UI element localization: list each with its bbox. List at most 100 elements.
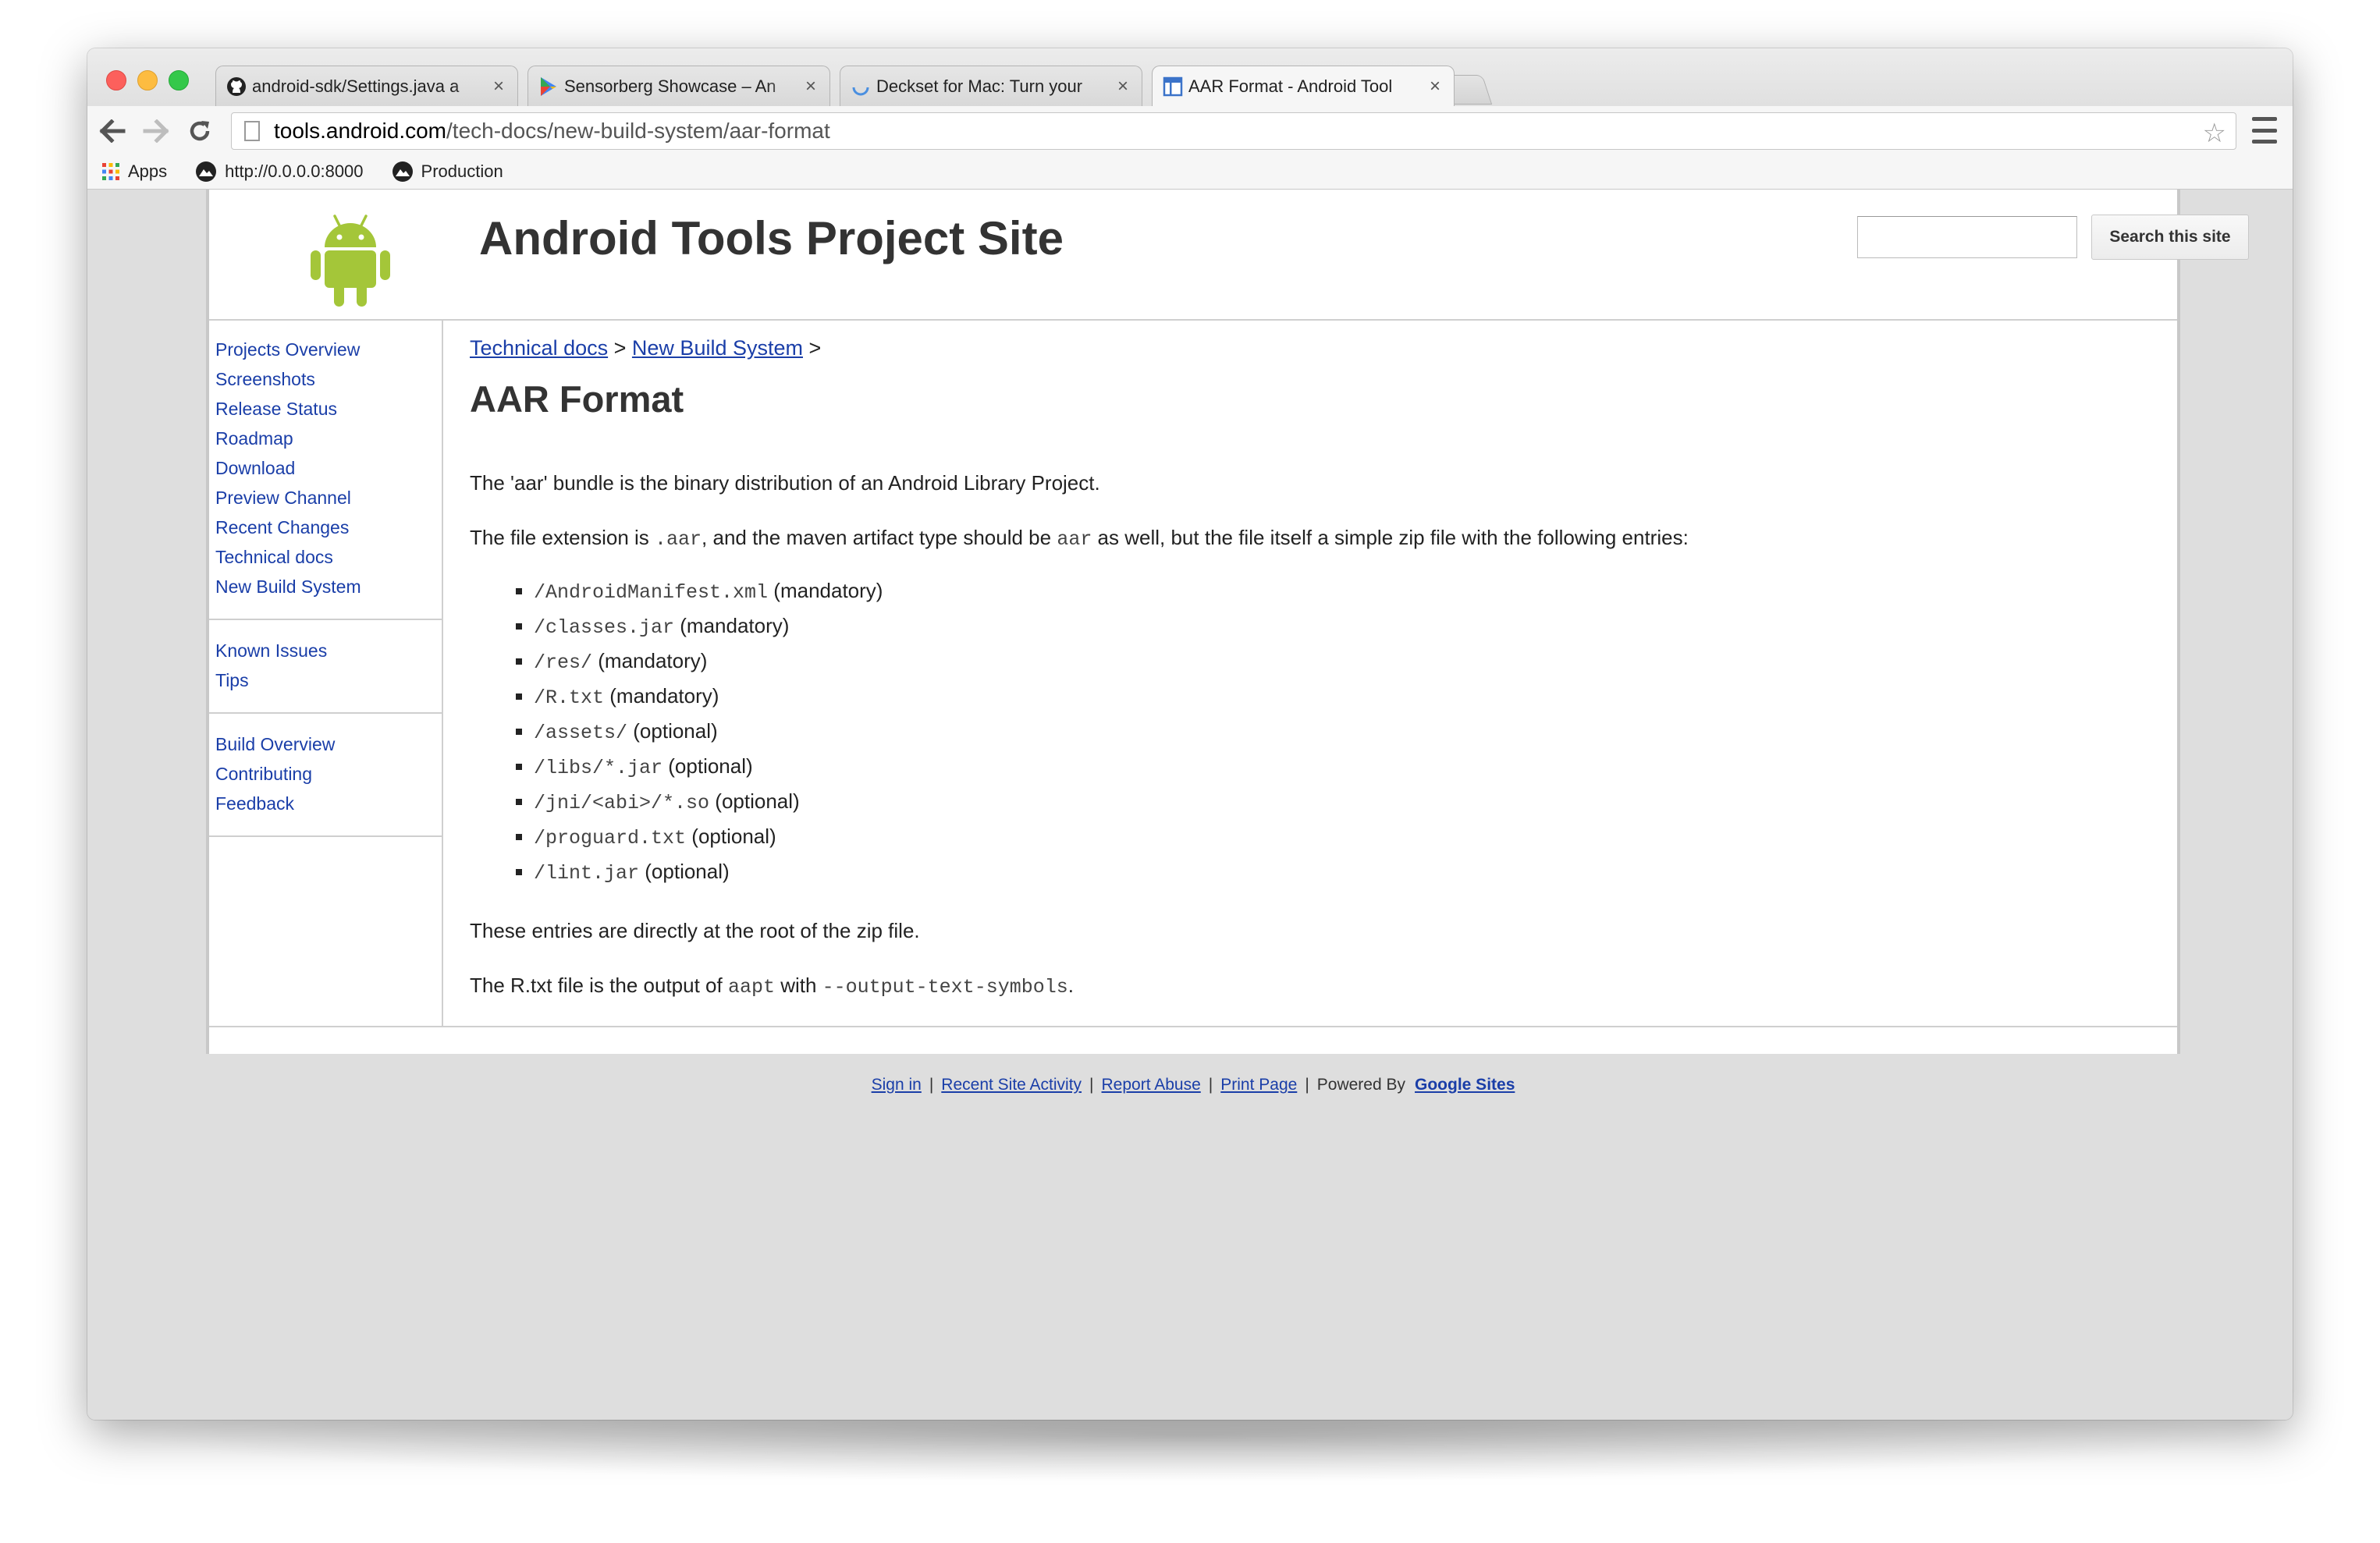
sidebar-item-tips[interactable]: Tips — [215, 665, 442, 695]
sidebar-item-download[interactable]: Download — [215, 453, 442, 483]
entry-note: (mandatory) — [680, 614, 790, 637]
sidebar-item-known-issues[interactable]: Known Issues — [215, 636, 442, 665]
back-arrow-icon[interactable] — [98, 117, 126, 145]
page-viewport: Android Tools Project Site Search this s… — [87, 190, 2293, 1420]
text-span: The file extension is — [470, 526, 655, 549]
breadcrumb-separator: > — [808, 336, 822, 360]
entry-path: /assets/ — [534, 722, 628, 744]
search-site-button[interactable]: Search this site — [2091, 215, 2249, 260]
recent-site-activity-link[interactable]: Recent Site Activity — [941, 1076, 1082, 1094]
list-item: /proguard.txt (optional) — [534, 820, 2147, 855]
entry-path: /R.txt — [534, 686, 605, 709]
tab-sensorberg[interactable]: Sensorberg Showcase – An × — [528, 66, 830, 106]
sidebar-item-recent-changes[interactable]: Recent Changes — [215, 513, 442, 542]
breadcrumb: Technical docs > New Build System > — [470, 336, 2147, 360]
intro-paragraph: The 'aar' bundle is the binary distribut… — [470, 469, 2147, 497]
android-logo-icon[interactable] — [309, 213, 392, 312]
bookmark-localhost[interactable]: http://0.0.0.0:8000 — [195, 161, 364, 183]
entry-note: (optional) — [715, 789, 800, 813]
address-bar[interactable]: tools.android.com /tech-docs/new-build-s… — [231, 112, 2236, 150]
browser-window: android-sdk/Settings.java a × Sensorberg… — [87, 48, 2293, 1420]
tab-close-icon[interactable]: × — [1426, 76, 1444, 98]
loading-spinner-icon — [850, 76, 872, 98]
tab-github-settings[interactable]: android-sdk/Settings.java a × — [215, 66, 518, 106]
entry-note: (optional) — [633, 719, 718, 743]
sidebar-item-release-status[interactable]: Release Status — [215, 394, 442, 424]
root-text: These entries are directly at the root o… — [470, 919, 920, 942]
tab-close-icon[interactable]: × — [1114, 76, 1132, 98]
url-path: /tech-docs/new-build-system/aar-format — [446, 119, 830, 143]
zoom-window-button[interactable] — [169, 70, 189, 90]
apps-grid-icon — [101, 162, 120, 181]
entry-note: (optional) — [691, 825, 776, 848]
tab-title: android-sdk/Settings.java a — [252, 76, 460, 96]
tab-deckset[interactable]: Deckset for Mac: Turn your × — [840, 66, 1142, 106]
entry-note: (optional) — [645, 860, 730, 883]
tab-aar-format[interactable]: AAR Format - Android Tool × — [1152, 66, 1455, 106]
reload-icon[interactable] — [186, 117, 214, 145]
sidebar-item-projects-overview[interactable]: Projects Overview — [215, 335, 442, 364]
list-item: /res/ (mandatory) — [534, 644, 2147, 679]
sidebar-item-feedback[interactable]: Feedback — [215, 789, 442, 818]
sign-in-link[interactable]: Sign in — [872, 1076, 922, 1094]
bookmark-label: Apps — [128, 161, 168, 181]
site-title[interactable]: Android Tools Project Site — [479, 211, 1064, 265]
entry-path: /lint.jar — [534, 862, 640, 885]
list-item: /classes.jar (mandatory) — [534, 609, 2147, 644]
browser-toolbar: tools.android.com /tech-docs/new-build-s… — [87, 106, 2293, 155]
bookmark-star-icon[interactable]: ☆ — [2203, 118, 2226, 149]
print-page-link[interactable]: Print Page — [1220, 1076, 1297, 1094]
sidebar-item-build-overview[interactable]: Build Overview — [215, 729, 442, 759]
breadcrumb-separator: > — [613, 336, 627, 360]
text-span: . — [1067, 974, 1074, 997]
google-sites-link[interactable]: Google Sites — [1415, 1076, 1515, 1094]
bookmark-production[interactable]: Production — [392, 161, 503, 183]
sidebar-item-contributing[interactable]: Contributing — [215, 759, 442, 789]
mountain-icon — [392, 161, 414, 183]
list-item: /R.txt (mandatory) — [534, 679, 2147, 715]
tab-close-icon[interactable]: × — [801, 76, 820, 98]
list-item: /libs/*.jar (optional) — [534, 750, 2147, 785]
forward-arrow-icon[interactable] — [142, 117, 170, 145]
sidebar-item-roadmap[interactable]: Roadmap — [215, 424, 442, 453]
sidebar-item-technical-docs[interactable]: Technical docs — [215, 542, 442, 572]
nav-group-issues: Known Issues Tips — [209, 620, 442, 714]
code-span: .aar — [655, 528, 702, 551]
text-span: , and the maven artifact type should be — [702, 526, 1057, 549]
site-search-input[interactable] — [1857, 216, 2077, 258]
github-icon — [226, 76, 247, 98]
breadcrumb-technical-docs[interactable]: Technical docs — [470, 336, 608, 360]
text-span: with — [774, 974, 822, 997]
tab-close-icon[interactable]: × — [489, 76, 508, 98]
entry-path: /classes.jar — [534, 616, 675, 639]
close-window-button[interactable] — [106, 70, 126, 90]
footer-separator: | — [1089, 1076, 1094, 1094]
list-item: /lint.jar (optional) — [534, 855, 2147, 890]
google-sites-icon — [1162, 76, 1184, 98]
breadcrumb-new-build-system[interactable]: New Build System — [632, 336, 803, 360]
entry-note: (optional) — [668, 754, 753, 778]
sidebar-item-new-build-system[interactable]: New Build System — [215, 572, 442, 601]
code-span: aar — [1057, 528, 1092, 551]
tab-strip: android-sdk/Settings.java a × Sensorberg… — [87, 48, 2293, 106]
play-store-icon — [538, 76, 559, 98]
page-icon — [244, 121, 260, 141]
rtxt-paragraph: The R.txt file is the output of aapt wit… — [470, 971, 2147, 1002]
bookmarks-bar: Apps http://0.0.0.0:8000 Production — [87, 154, 2293, 190]
list-item: /AndroidManifest.xml (mandatory) — [534, 574, 2147, 609]
code-span: aapt — [727, 976, 775, 999]
text-span: The R.txt file is the output of — [470, 974, 728, 997]
bookmark-label: Production — [421, 161, 503, 181]
footer-separator: | — [929, 1076, 934, 1094]
sidebar-item-preview-channel[interactable]: Preview Channel — [215, 483, 442, 513]
page-title: AAR Format — [470, 378, 684, 420]
sidebar-item-screenshots[interactable]: Screenshots — [215, 364, 442, 394]
minimize-window-button[interactable] — [137, 70, 158, 90]
bookmark-label: http://0.0.0.0:8000 — [225, 161, 364, 181]
report-abuse-link[interactable]: Report Abuse — [1102, 1076, 1201, 1094]
chrome-menu-icon[interactable] — [2252, 117, 2277, 144]
tab-title: Deckset for Mac: Turn your — [876, 76, 1083, 96]
bookmark-apps[interactable]: Apps — [101, 161, 167, 182]
powered-by-label: Powered By — [1316, 1076, 1406, 1094]
code-span: --output-text-symbols — [822, 976, 1068, 999]
